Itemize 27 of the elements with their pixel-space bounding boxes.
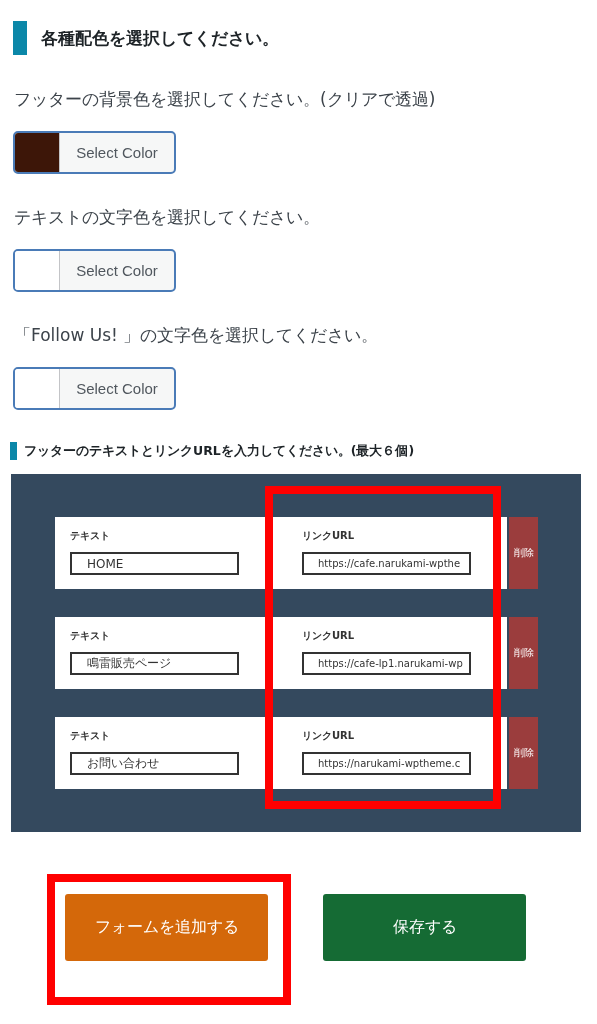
setting-label: フッターの背景色を選択してください。(クリアで透過) [14, 88, 437, 111]
field-label: リンクURL [302, 629, 356, 643]
text-input[interactable]: お問い合わせ [70, 752, 239, 775]
heading-marker-bar [10, 442, 17, 460]
setting-label: 「Follow Us! 」の文字色を選択してください。 [14, 324, 380, 347]
add-form-button[interactable]: フォームを追加する [65, 894, 268, 961]
delete-button[interactable]: 削除 [509, 717, 538, 789]
url-input[interactable]: https://narukami-wptheme.c [302, 752, 471, 775]
select-color-button[interactable]: Select Color [13, 249, 176, 292]
text-input[interactable]: HOME [70, 552, 239, 575]
save-button[interactable]: 保存する [323, 894, 526, 961]
text-input[interactable]: 鳴雷販売ページ [70, 652, 239, 675]
url-input[interactable]: https://cafe.narukami-wpthe [302, 552, 471, 575]
delete-button[interactable]: 削除 [509, 617, 538, 689]
section-heading: フッターのテキストとリンクURLを入力してください。(最大６個) [24, 442, 415, 460]
select-color-button[interactable]: Select Color [13, 367, 176, 410]
field-label: リンクURL [302, 729, 356, 743]
section-heading: 各種配色を選択してください。 [41, 26, 279, 50]
field-label: テキスト [70, 629, 111, 643]
field-label: リンクURL [302, 529, 356, 543]
delete-button[interactable]: 削除 [509, 517, 538, 589]
select-color-button[interactable]: Select Color [13, 131, 176, 174]
heading-marker-bar [13, 21, 27, 55]
url-input[interactable]: https://cafe-lp1.narukami-wp [302, 652, 471, 675]
setting-label: テキストの文字色を選択してください。 [14, 206, 321, 229]
field-label: テキスト [70, 729, 111, 743]
field-label: テキスト [70, 529, 111, 543]
